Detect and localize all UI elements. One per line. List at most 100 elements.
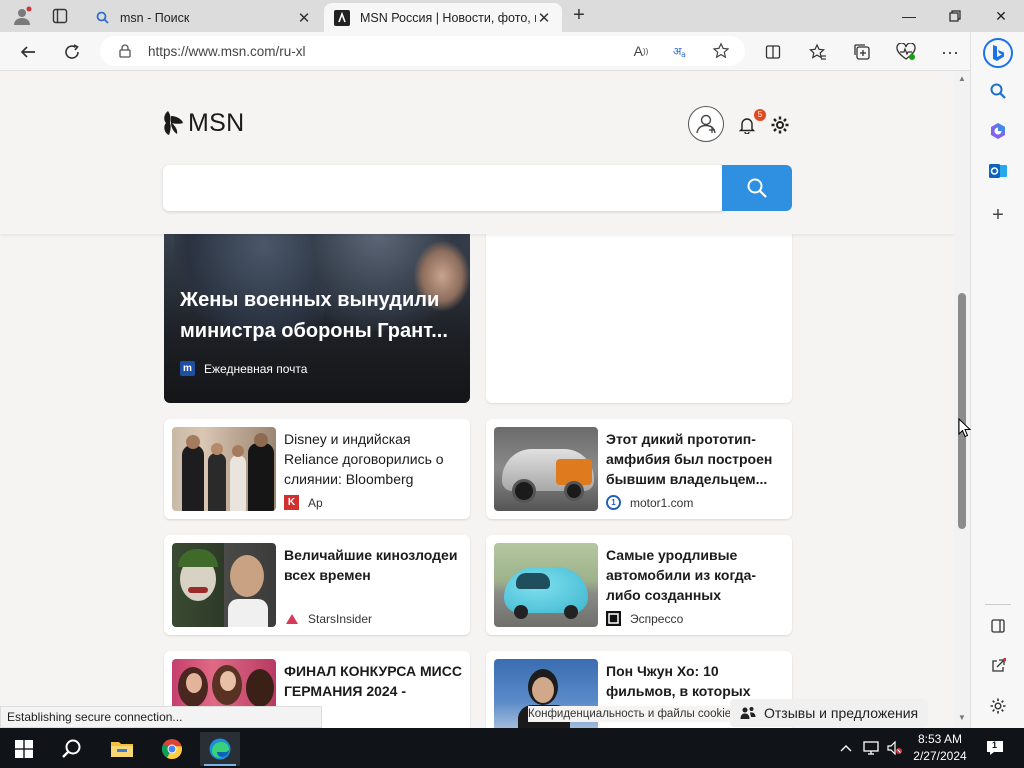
favorites-icon[interactable] — [806, 40, 830, 64]
action-center-count: 1 — [992, 740, 998, 750]
privacy-cookies-link[interactable]: Конфиденциальность и файлы cookie — [528, 706, 732, 722]
news-source: 1 motor1.com — [606, 495, 693, 510]
scroll-up-arrow-icon[interactable]: ▲ — [958, 75, 966, 83]
search-sidebar-icon[interactable] — [985, 78, 1011, 104]
page-content: MSN 5 Жены военных вынудили министра обо… — [0, 71, 954, 728]
news-card[interactable]: Этот дикий прототип-амфибия был построен… — [486, 419, 792, 519]
edge-sidebar: + — [970, 32, 1024, 728]
restore-button[interactable] — [932, 0, 978, 32]
action-center-button[interactable]: 1 — [980, 728, 1010, 768]
news-thumbnail — [172, 543, 276, 627]
feedback-button[interactable]: Отзывы и предложения — [730, 699, 928, 727]
espresso-source-logo-icon — [606, 611, 621, 626]
notification-badge: 5 — [754, 109, 766, 121]
tab-msn-search[interactable]: msn - Поиск ✕ — [84, 3, 322, 32]
outlook-icon[interactable] — [985, 158, 1011, 184]
hero-source-name: Ежедневная почта — [204, 361, 308, 376]
chrome-icon — [161, 739, 182, 760]
news-title: Disney и индийская Reliance договорились… — [284, 431, 444, 487]
url-text[interactable]: https://www.msn.com/ru-xl — [148, 44, 745, 59]
start-button[interactable] — [4, 732, 44, 766]
close-tab-icon[interactable]: ✕ — [536, 9, 552, 27]
browser-toolbar: https://www.msn.com/ru-xl A)) अa ··· — [0, 32, 1024, 71]
news-source-name: Эспрессо — [630, 611, 684, 626]
news-card[interactable]: Самые уродливые автомобили из когда-либо… — [486, 535, 792, 635]
msn-settings-gear-icon[interactable] — [769, 114, 791, 136]
profile-icon[interactable] — [10, 4, 34, 28]
msn-search-button[interactable] — [722, 165, 792, 211]
translate-icon[interactable]: अa — [670, 40, 692, 62]
taskbar-search-button[interactable] — [52, 732, 92, 766]
sidebar-divider — [985, 604, 1011, 605]
ad-placeholder-card — [486, 221, 792, 403]
msn-logo-text: MSN — [188, 108, 245, 137]
refresh-button[interactable] — [58, 38, 86, 66]
chevron-up-icon — [840, 745, 852, 752]
lock-icon[interactable] — [118, 43, 132, 59]
tab-actions-icon[interactable] — [48, 4, 72, 28]
msn-favicon-icon — [334, 9, 350, 26]
split-screen-icon[interactable] — [761, 40, 785, 64]
news-card[interactable]: Величайшие кинозлодеи всех времен StarsI… — [164, 535, 470, 635]
system-clock[interactable]: 8:53 AM 2/27/2024 — [906, 731, 974, 765]
news-source: Эспрессо — [606, 611, 683, 626]
msn-search-input[interactable] — [163, 165, 723, 211]
volume-muted-icon[interactable] — [884, 728, 906, 768]
svg-text:a: a — [681, 50, 686, 59]
search-icon — [747, 178, 767, 198]
news-card[interactable]: Disney и индийская Reliance договорились… — [164, 419, 470, 519]
hero-headline-line: Жены военных вынудили — [180, 289, 440, 311]
sidebar-settings-icon[interactable] — [985, 693, 1011, 719]
clock-date: 2/27/2024 — [913, 749, 967, 763]
close-tab-icon[interactable]: ✕ — [296, 9, 312, 27]
hero-headline-line: министра обороны Грант... — [180, 320, 448, 342]
chrome-button[interactable] — [152, 732, 192, 766]
office-icon[interactable] — [985, 118, 1011, 144]
page-scrollbar-thumb[interactable] — [958, 293, 966, 529]
msn-logo[interactable]: MSN — [162, 109, 244, 137]
news-title: Пон Чжун Хо: 10 фильмов, в которых — [606, 663, 751, 699]
loading-status-bar: Establishing secure connection... — [0, 706, 322, 728]
close-window-button[interactable]: ✕ — [978, 0, 1024, 32]
windows-logo-icon — [15, 740, 33, 758]
daily-mail-logo-icon: m — [180, 361, 195, 376]
sign-in-avatar[interactable] — [688, 106, 724, 142]
collections-icon[interactable] — [850, 40, 874, 64]
hero-source: m Ежедневная почта — [180, 361, 307, 376]
motor1-source-logo-icon: 1 — [606, 495, 621, 510]
feedback-people-icon — [740, 707, 756, 719]
add-sidebar-app-icon[interactable]: + — [985, 202, 1011, 228]
clock-time: 8:53 AM — [917, 732, 963, 746]
external-link-icon[interactable] — [985, 653, 1011, 679]
news-source-name: motor1.com — [630, 495, 694, 510]
news-thumbnail — [172, 427, 276, 511]
news-thumbnail — [494, 427, 598, 511]
hero-headline[interactable]: Жены военных вынудили министра обороны Г… — [180, 285, 460, 347]
news-thumbnail — [494, 543, 598, 627]
favorite-star-icon[interactable] — [710, 40, 732, 62]
news-source-name: Ap — [308, 495, 323, 510]
hide-sidebar-icon[interactable] — [985, 613, 1011, 639]
edge-button[interactable] — [200, 732, 240, 766]
more-options-icon[interactable]: ··· — [938, 40, 962, 64]
starsinsider-source-logo-icon — [284, 611, 299, 626]
minimize-button[interactable]: — — [886, 0, 932, 32]
browser-essentials-icon[interactable] — [894, 40, 918, 64]
back-button[interactable] — [14, 38, 42, 66]
msn-header: MSN 5 — [0, 71, 954, 234]
news-source-name: StarsInsider — [308, 611, 373, 626]
file-explorer-button[interactable] — [102, 732, 142, 766]
news-title: Величайшие кинозлодеи всех времен — [284, 547, 458, 583]
new-tab-button[interactable]: + — [566, 4, 592, 28]
bing-copilot-icon[interactable] — [983, 38, 1013, 68]
news-source: K Ap — [284, 495, 323, 510]
tab-strip: msn - Поиск ✕ MSN Россия | Новости, фото… — [0, 0, 1024, 32]
hero-news-card[interactable]: Жены военных вынудили министра обороны Г… — [164, 221, 470, 403]
scroll-down-arrow-icon[interactable]: ▼ — [958, 714, 966, 722]
tab-msn-news[interactable]: MSN Россия | Новости, фото, погода ✕ — [324, 3, 562, 32]
folder-icon — [111, 742, 133, 757]
tab-title: msn - Поиск — [120, 10, 190, 25]
show-hidden-icons-button[interactable] — [836, 728, 856, 768]
read-aloud-icon[interactable]: A)) — [630, 40, 652, 62]
network-icon[interactable] — [860, 728, 882, 768]
